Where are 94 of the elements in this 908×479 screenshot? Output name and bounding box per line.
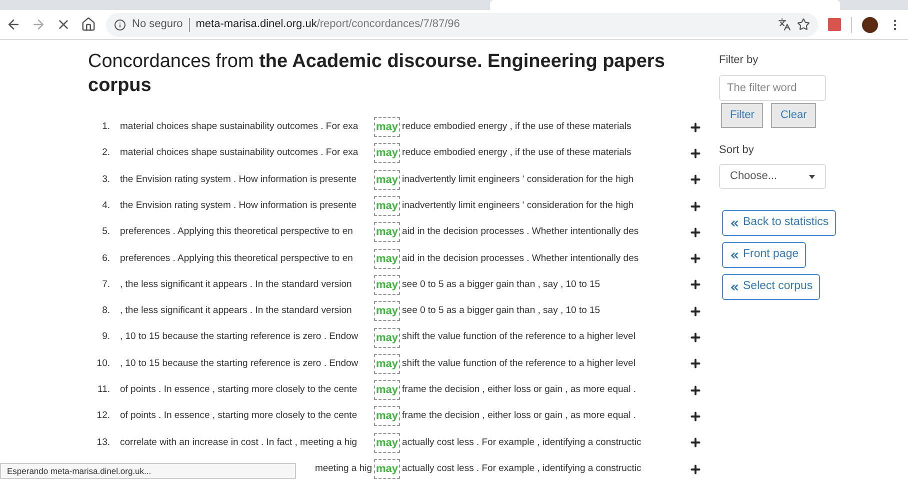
keyword: may: [374, 432, 400, 453]
right-context: actually cost less . For example , identifying a constructic: [402, 436, 642, 448]
info-icon[interactable]: [114, 18, 126, 30]
row-number: 2.: [102, 146, 110, 160]
left-context: of points . In essence , starting more closely to the cente: [120, 409, 358, 424]
double-chevron-icon: [729, 218, 740, 228]
keyword: may: [374, 248, 400, 269]
right-context: aid in the decision processes . Whether intentionally des: [402, 252, 639, 264]
row-number: 12.: [96, 409, 110, 424]
expand-icon[interactable]: [689, 436, 702, 450]
right-context: shift the value function of the reference to a higher level: [402, 331, 636, 342]
double-chevron-icon: [729, 282, 740, 292]
expand-icon[interactable]: [689, 410, 702, 423]
right-context: shift the value function of the reference to a higher level: [402, 358, 636, 369]
keyword: may: [374, 117, 400, 138]
row-number: 1.: [102, 120, 110, 134]
keyword: may: [374, 406, 400, 426]
security-label: No seguro: [132, 17, 183, 32]
expand-icon[interactable]: [689, 146, 702, 160]
keyword: may: [374, 143, 400, 164]
left-context: preferences . Applying this theoretical perspective to en: [120, 252, 353, 266]
left-context: preferences . Applying this theoretical perspective to en: [120, 225, 353, 240]
nav-link-button[interactable]: Front page: [722, 242, 806, 268]
left-context: , 10 to 15 because the starting reference is zero . Endow: [120, 356, 358, 371]
right-context: reduce embodied energy , if the use of these materials: [402, 147, 632, 158]
right-context: aid in the decision processes . Whether intentionally des: [402, 226, 639, 238]
address-bar[interactable]: No seguro meta-marisa.dinel.org.uk/report/concordances/7/87/96: [106, 12, 818, 36]
nav-link-button[interactable]: Select corpus: [722, 274, 820, 300]
keyword: may: [374, 328, 400, 348]
expand-icon[interactable]: [689, 200, 702, 213]
left-context: the Envision rating system . How information is presente: [120, 198, 357, 213]
filter-label: Filter by: [719, 53, 758, 68]
keyword: may: [374, 301, 400, 322]
keyword: may: [374, 170, 400, 190]
expand-icon[interactable]: [689, 331, 702, 344]
expand-icon[interactable]: [689, 357, 702, 370]
row-number: 13.: [96, 436, 110, 450]
expand-icon[interactable]: [689, 304, 702, 318]
right-context: reduce embodied energy , if the use of these materials: [402, 121, 632, 132]
row-number: 8.: [102, 304, 110, 318]
expand-icon[interactable]: [689, 462, 702, 476]
row-number: 11.: [97, 382, 110, 397]
keyword: may: [374, 380, 400, 400]
expand-icon[interactable]: [689, 173, 702, 186]
row-number: 3.: [102, 172, 110, 187]
row-number: 7.: [102, 278, 110, 292]
right-context: see 0 to 5 as a bigger gain than , say , 10 to 15: [402, 278, 600, 290]
page-title: Concordances from the Academic discourse. Engineering papers corpus: [88, 50, 666, 98]
keyword: may: [374, 196, 400, 216]
right-context: actually cost less . For example , identifying a constructic: [402, 462, 642, 474]
url-text: meta-marisa.dinel.org.uk/report/concordances/7/87/96: [196, 17, 460, 32]
sort-dropdown[interactable]: Choose...: [719, 164, 826, 189]
left-context: of points . In essence , starting more closely to the cente: [120, 382, 358, 397]
filter-button[interactable]: Filter: [721, 102, 764, 128]
dropdown-caret-icon: [809, 174, 815, 178]
bookmark-star-icon[interactable]: [797, 18, 810, 31]
expand-icon[interactable]: [689, 384, 702, 397]
translate-icon[interactable]: [778, 18, 791, 31]
right-context: see 0 to 5 as a bigger gain than , say , 10 to 15: [402, 305, 600, 316]
row-number: 10.: [96, 356, 110, 371]
keyword: may: [374, 354, 400, 374]
left-context: , the less significant it appears . In the standard version: [120, 278, 352, 292]
left-context: , the less significant it appears . In the standard version: [120, 304, 352, 318]
expand-icon[interactable]: [689, 226, 702, 239]
row-number: 5.: [102, 225, 110, 240]
nav-link-button[interactable]: Back to statistics: [722, 210, 836, 236]
filter-field[interactable]: The filter word: [719, 74, 826, 100]
right-context: inadvertently limit engineers ' consideration for the high: [402, 174, 634, 185]
right-context: frame the decision , either loss or gain , as more equal .: [402, 384, 636, 395]
row-number: 9.: [102, 330, 110, 344]
expand-icon[interactable]: [689, 252, 702, 266]
right-context: inadvertently limit engineers ' consideration for the high: [402, 200, 634, 211]
status-bar: Esperando meta-marisa.dinel.org.uk...: [0, 463, 296, 479]
stop-icon[interactable]: [56, 17, 71, 32]
expand-icon[interactable]: [689, 120, 702, 134]
sort-label: Sort by: [719, 142, 754, 158]
left-context: meeting a hig: [314, 462, 372, 476]
double-chevron-icon: [729, 250, 740, 260]
left-context: material choices shape sustainability outcomes . For exa: [120, 120, 358, 134]
home-icon[interactable]: [81, 17, 96, 32]
keyword: may: [374, 274, 400, 295]
expand-icon[interactable]: [689, 278, 702, 292]
row-number: 6.: [102, 252, 110, 266]
left-context: the Envision rating system . How information is presente: [120, 172, 357, 187]
left-context: material choices shape sustainability outcomes . For exa: [120, 146, 358, 160]
right-context: frame the decision , either loss or gain , as more equal .: [402, 410, 636, 422]
left-context: , 10 to 15 because the starting reference is zero . Endow: [120, 330, 358, 344]
keyword: may: [374, 459, 400, 479]
left-context: correlate with an increase in cost . In fact , meeting a hig: [120, 436, 358, 450]
row-number: 4.: [102, 198, 110, 213]
back-icon[interactable]: [6, 17, 21, 32]
keyword: may: [374, 222, 400, 242]
avatar-icon[interactable]: [862, 16, 878, 32]
clear-button[interactable]: Clear: [771, 102, 816, 128]
